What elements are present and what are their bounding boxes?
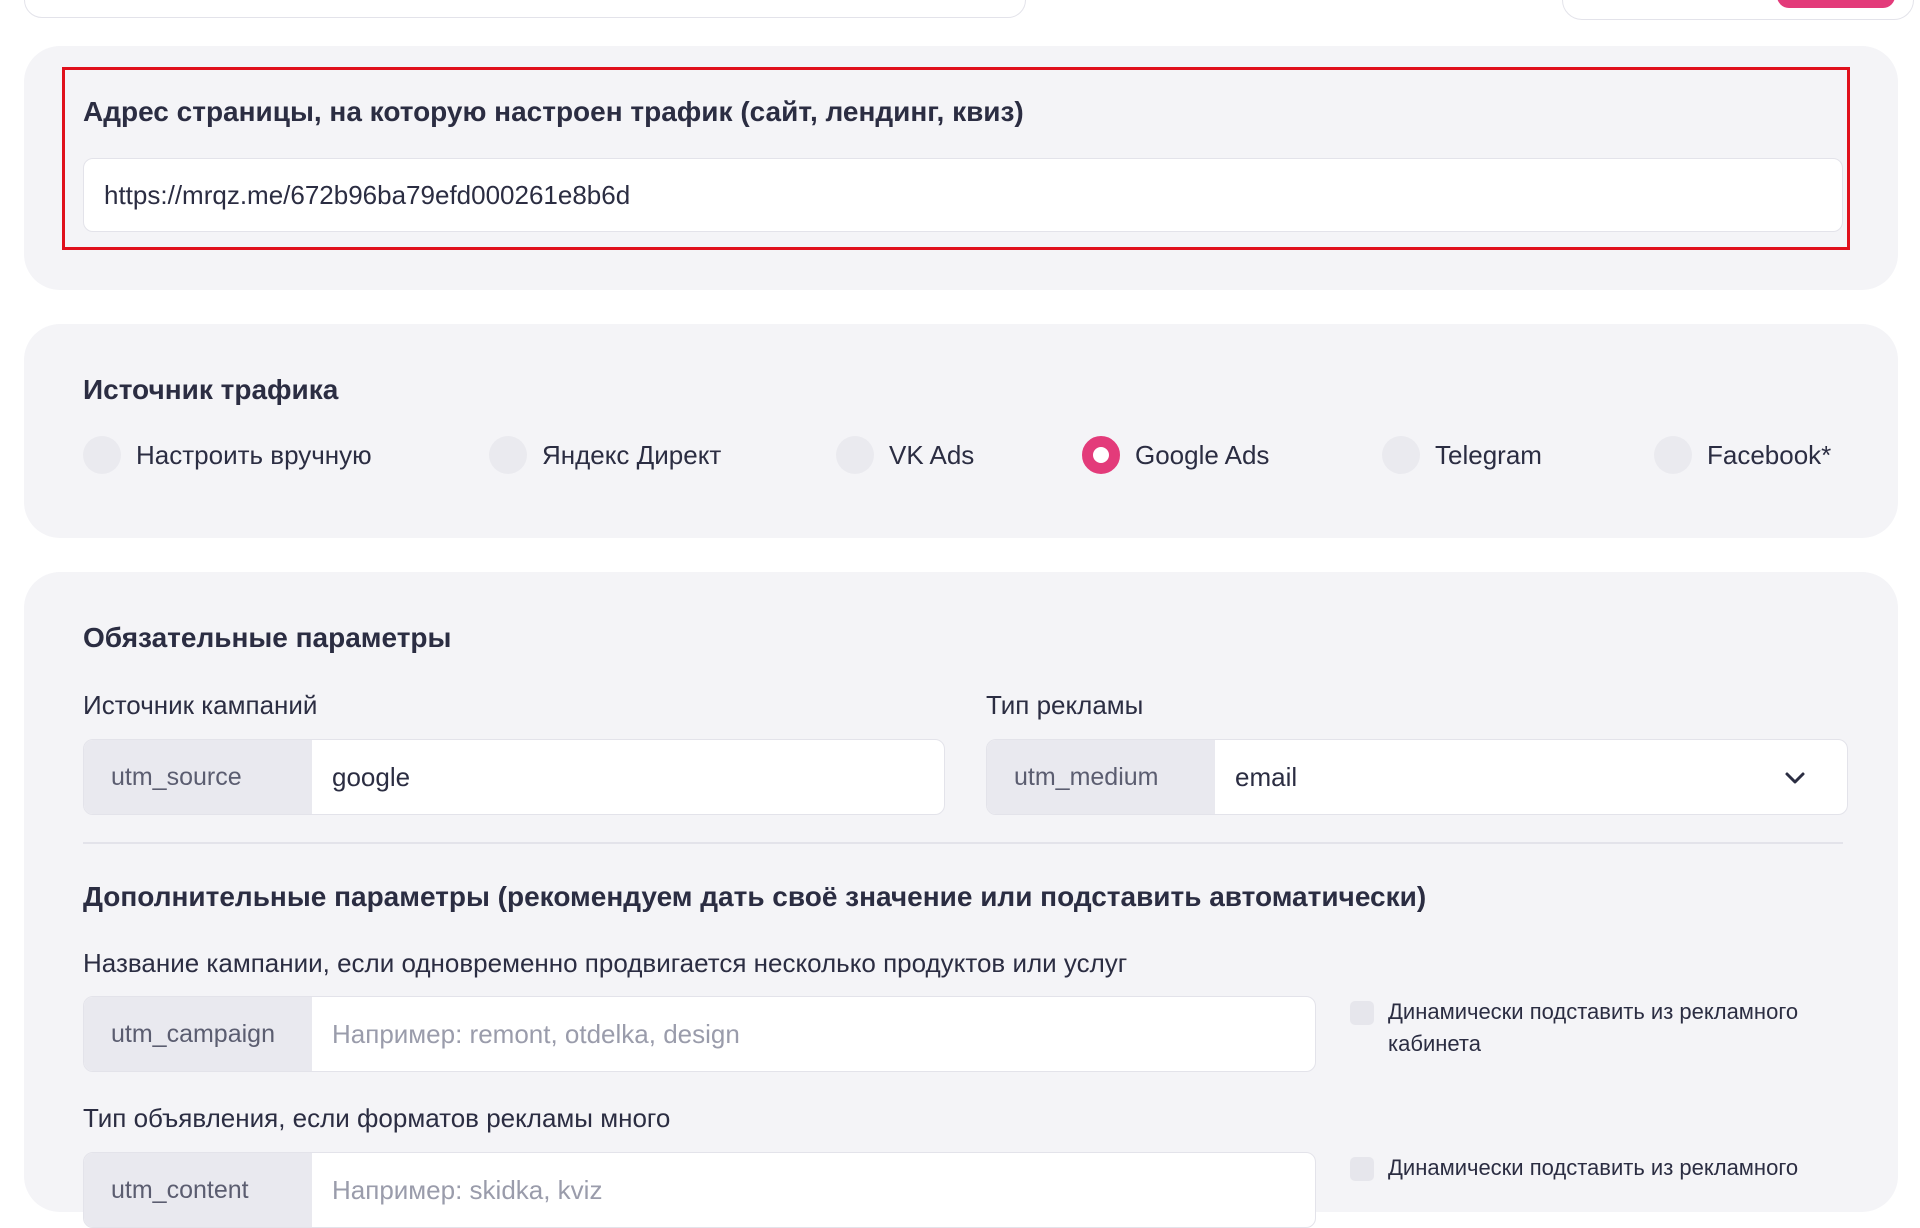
utm-medium-value[interactable]: email [1215,740,1847,814]
utm-content-input[interactable]: Например: skidka, kviz [312,1153,1315,1227]
radio-button[interactable] [1382,436,1420,474]
radio-label: Telegram [1435,439,1542,470]
radio-button[interactable] [489,436,527,474]
utm-campaign-label: Название кампании, если одновременно про… [83,948,1128,978]
utm-campaign-input[interactable]: Например: remont, otdelka, design [312,997,1315,1071]
utm-campaign-prefix: utm_campaign [84,997,312,1071]
utm-medium-prefix: utm_medium [987,740,1215,814]
utm-source-input[interactable]: google [312,740,944,814]
top-right-field[interactable] [1562,0,1914,20]
radio-label: Яндекс Директ [542,439,722,470]
utm-campaign-dynamic-label: Динамически подставить из рекламного каб… [1388,999,1799,1056]
radio-yandex-direct[interactable]: Яндекс Директ [489,435,721,475]
required-params-title: Обязательные параметры [83,622,452,653]
page-url-title: Адрес страницы, на которую настроен траф… [83,96,1024,127]
utm-campaign-dynamic-checkbox[interactable] [1350,1001,1374,1025]
divider [83,842,1843,844]
radio-manual[interactable]: Настроить вручную [83,435,372,475]
utm-medium-label: Тип рекламы [986,690,1144,720]
top-right-button[interactable] [1777,0,1895,8]
radio-button[interactable] [83,436,121,474]
utm-content-dynamic-checkbox[interactable] [1350,1157,1374,1181]
radio-facebook[interactable]: Facebook* [1654,435,1831,475]
radio-google-ads[interactable]: Google Ads [1082,435,1269,475]
radio-telegram[interactable]: Telegram [1382,435,1542,475]
radio-button[interactable] [836,436,874,474]
chevron-down-icon[interactable] [1781,764,1809,792]
utm-content-field[interactable]: utm_content Например: skidka, kviz [83,1152,1316,1228]
utm-campaign-field[interactable]: utm_campaign Например: remont, otdelka, … [83,996,1316,1072]
page-url-input[interactable]: https://mrqz.me/672b96ba79efd000261e8b6d [83,158,1843,232]
utm-source-field[interactable]: utm_source google [83,739,945,815]
traffic-source-title: Источник трафика [83,374,339,405]
radio-label: Настроить вручную [136,439,372,470]
utm-content-label: Тип объявления, если форматов рекламы мн… [83,1103,671,1133]
radio-label: Google Ads [1135,439,1270,470]
utm-source-label: Источник кампаний [83,690,318,720]
utm-medium-select[interactable]: utm_medium email [986,739,1848,815]
radio-button-checked[interactable] [1082,436,1120,474]
additional-params-title: Дополнительные параметры (рекомендуем да… [83,881,1427,912]
utm-source-prefix: utm_source [84,740,312,814]
traffic-source-card [24,324,1898,538]
radio-label: Facebook* [1707,439,1832,470]
radio-label: VK Ads [889,439,975,470]
previous-input-field[interactable] [24,0,1026,18]
utm-content-prefix: utm_content [84,1153,312,1227]
radio-button[interactable] [1654,436,1692,474]
radio-vk-ads[interactable]: VK Ads [836,435,974,475]
utm-content-dynamic-label: Динамически подставить из рекламного [1388,1155,1799,1180]
